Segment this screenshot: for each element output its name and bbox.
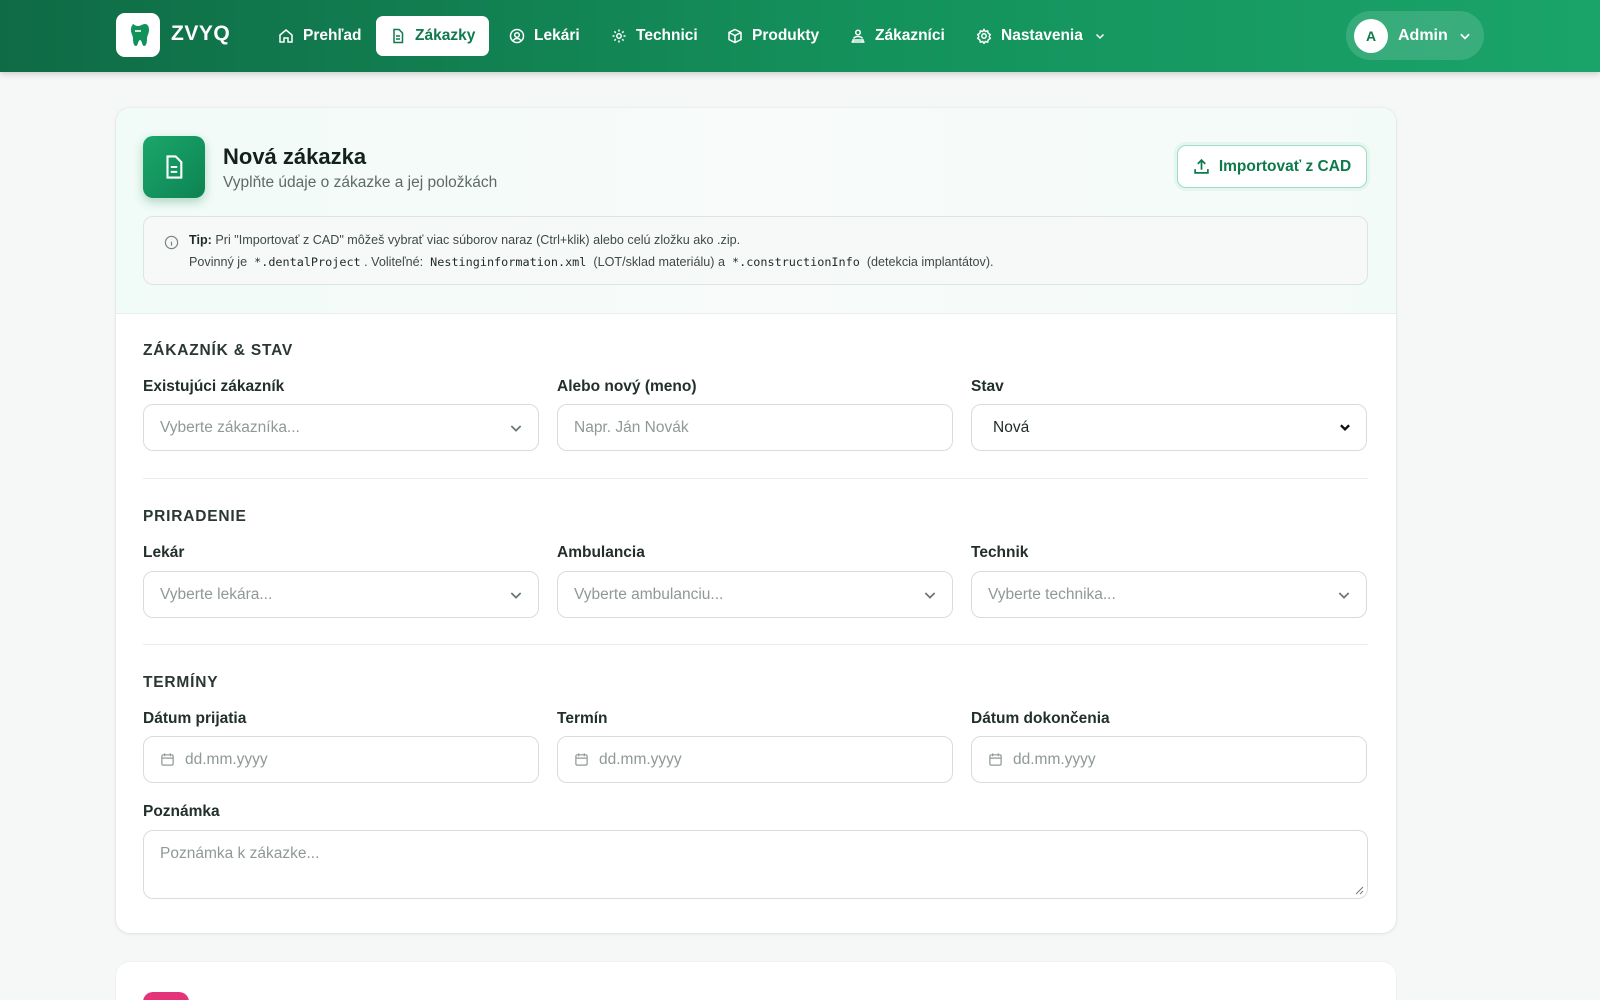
document-icon: [393, 28, 404, 44]
gear-icon: [612, 29, 626, 43]
brand-name: ZVYQ: [171, 22, 231, 45]
note-textarea[interactable]: Poznámka k zákazke...: [143, 830, 1368, 899]
clinic-select[interactable]: Vyberte ambulanciu...: [557, 571, 953, 618]
logo[interactable]: [116, 13, 160, 57]
chevron-down-icon: [924, 592, 936, 599]
upload-icon: [1194, 158, 1209, 174]
label-technician: Technik: [971, 544, 1029, 561]
nav-label: Prehľad: [303, 27, 362, 44]
nav-label: Lekári: [534, 27, 580, 44]
user-circle-icon: [509, 28, 525, 44]
section-title-dates: TERMÍNY: [143, 674, 219, 691]
nav-technici[interactable]: Technici: [597, 16, 712, 56]
divider: [143, 644, 1368, 645]
completion-date-placeholder: dd.mm.yyyy: [1013, 750, 1096, 768]
home-icon: [279, 29, 293, 43]
label-existing-customer: Existujúci zákazník: [143, 378, 285, 395]
doctor-placeholder: Vyberte lekára...: [160, 585, 273, 603]
nav-label: Zákazníci: [875, 27, 945, 44]
tip-bold: Tip:: [189, 233, 212, 247]
completion-date-input[interactable]: dd.mm.yyyy: [971, 736, 1367, 783]
label-doctor: Lekár: [143, 544, 185, 561]
tip-line-1: Tip: Pri "Importovať z CAD" môžeš vybrať…: [189, 233, 740, 247]
chevron-down-icon: [1338, 592, 1350, 599]
nav-produkty[interactable]: Produkty: [713, 16, 833, 56]
calendar-icon: [160, 752, 175, 767]
tip-text-2a: Povinný je: [189, 255, 248, 269]
page-title: Nová zákazka: [223, 144, 367, 169]
people-icon: [851, 29, 865, 43]
label-new-customer: Alebo nový (meno): [557, 378, 697, 395]
tip-code-dentalproject: *.dentalProject: [254, 255, 361, 269]
settings-icon: [976, 28, 992, 44]
label-note: Poznámka: [143, 803, 220, 820]
document-icon: [143, 136, 205, 198]
label-completion-date: Dátum dokončenia: [971, 710, 1110, 727]
new-order-card: Nová zákazka Vyplňte údaje o zákazke a j…: [116, 108, 1396, 933]
note-placeholder: Poznámka k zákazke...: [160, 845, 320, 862]
section-title-assignment: PRIRADENIE: [143, 508, 247, 525]
nav-label: Produkty: [752, 27, 820, 44]
calendar-icon: [574, 752, 589, 767]
nav-label: Nastavenia: [1001, 27, 1083, 44]
tip-text-2d: (detekcia implantátov).: [866, 255, 994, 269]
tip-text-1: Pri "Importovať z CAD" môžeš vybrať viac…: [215, 233, 741, 247]
status-value: Nová: [993, 418, 1030, 436]
new-customer-input[interactable]: Napr. Ján Novák: [557, 404, 953, 451]
user-name: Admin: [1398, 26, 1448, 44]
nav-nastavenia[interactable]: Nastavenia: [962, 16, 1120, 56]
nav-lekari[interactable]: Lekári: [495, 16, 594, 56]
items-icon: [143, 992, 189, 1000]
calendar-icon: [988, 752, 1003, 767]
nav-zakazky[interactable]: Zákazky: [376, 16, 490, 56]
technician-select[interactable]: Vyberte technika...: [971, 571, 1367, 618]
label-received-date: Dátum prijatia: [143, 710, 247, 727]
label-status: Stav: [971, 378, 1004, 395]
doctor-select[interactable]: Vyberte lekára...: [143, 571, 539, 618]
due-date-placeholder: dd.mm.yyyy: [599, 750, 682, 768]
user-menu[interactable]: A Admin: [1346, 11, 1484, 60]
tip-code-nesting: Nestinginformation.xml: [430, 255, 587, 269]
chevron-down-icon: [510, 592, 522, 599]
status-select[interactable]: Nová: [971, 404, 1367, 451]
label-clinic: Ambulancia: [557, 544, 645, 561]
technician-placeholder: Vyberte technika...: [988, 585, 1116, 603]
nav-label: Zákazky: [415, 27, 476, 44]
nav-zakaznici[interactable]: Zákazníci: [836, 16, 959, 56]
chevron-down-icon: [1095, 33, 1104, 40]
box-icon: [728, 28, 742, 44]
new-customer-placeholder: Napr. Ján Novák: [574, 418, 689, 436]
due-date-input[interactable]: dd.mm.yyyy: [557, 736, 953, 783]
existing-customer-placeholder: Vyberte zákazníka...: [160, 418, 300, 436]
avatar: A: [1354, 18, 1388, 53]
label-due-date: Termín: [557, 710, 608, 727]
received-date-placeholder: dd.mm.yyyy: [185, 750, 268, 768]
chevron-down-icon: [1460, 33, 1470, 40]
resize-handle-icon[interactable]: [1354, 885, 1364, 895]
import-cad-label: Importovať z CAD: [1218, 157, 1352, 175]
tip-text-2c: (LOT/sklad materiálu) a: [593, 255, 725, 269]
tip-line-2: Povinný je *.dentalProject . Voliteľné: …: [189, 255, 994, 269]
chevron-down-icon: [510, 425, 522, 432]
top-navbar: ZVYQ Prehľad Zákazky Lekári Technici Pro…: [0, 0, 1600, 72]
tooth-icon: [131, 24, 149, 46]
divider: [143, 478, 1368, 479]
clinic-placeholder: Vyberte ambulanciu...: [574, 585, 724, 603]
tip-box: Tip: Pri "Importovať z CAD" môžeš vybrať…: [143, 216, 1368, 285]
nav-label: Technici: [636, 27, 698, 44]
card-header: Nová zákazka Vyplňte údaje o zákazke a j…: [116, 108, 1396, 314]
nav-prehlad[interactable]: Prehľad: [264, 16, 376, 56]
items-card: [116, 962, 1396, 1000]
info-icon: [164, 235, 179, 250]
tip-code-construction: *.constructionInfo: [731, 255, 860, 269]
page-subtitle: Vyplňte údaje o zákazke a jej položkách: [223, 174, 498, 191]
section-title-customer: ZÁKAZNÍK & STAV: [143, 342, 294, 359]
import-cad-button[interactable]: Importovať z CAD: [1177, 145, 1367, 188]
received-date-input[interactable]: dd.mm.yyyy: [143, 736, 539, 783]
chevron-down-icon: [1340, 424, 1350, 431]
tip-text-2b: . Voliteľné:: [364, 255, 424, 269]
existing-customer-select[interactable]: Vyberte zákazníka...: [143, 404, 539, 451]
